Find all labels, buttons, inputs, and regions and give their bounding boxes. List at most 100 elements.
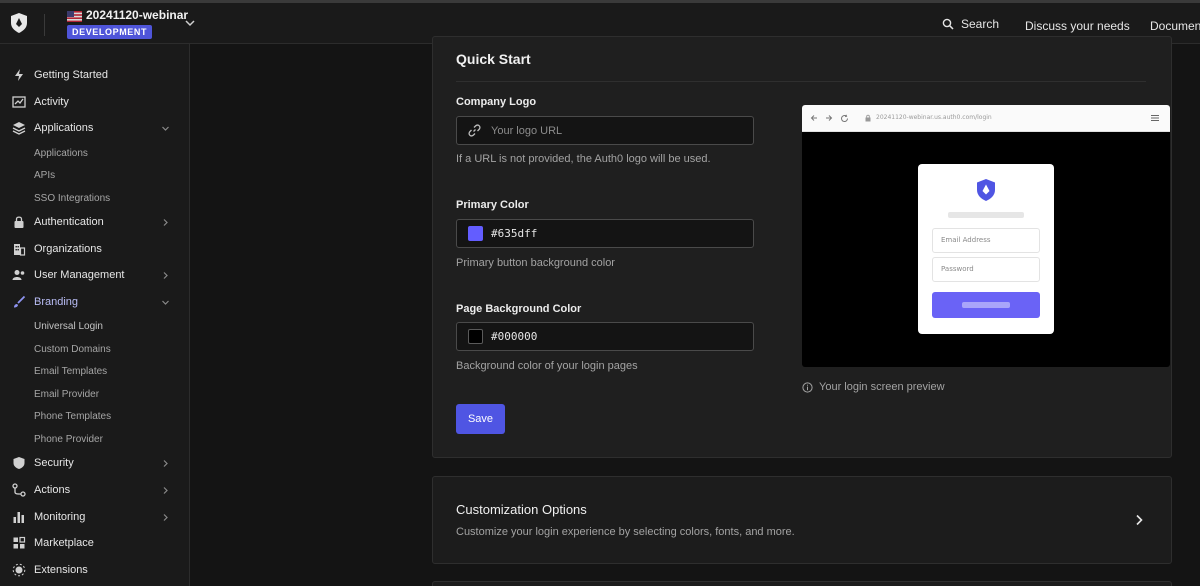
sidebar-item-getting-started[interactable]: Getting Started (0, 63, 189, 87)
primary-color-input[interactable]: #635dff (456, 219, 754, 248)
sidebar-subitem-email-templates[interactable]: Email Templates (0, 361, 189, 381)
primary-color-help: Primary button background color (456, 257, 615, 269)
topbar-divider (44, 14, 45, 36)
sidebar-item-label: Getting Started (34, 69, 108, 81)
sidebar-subitem-email-provider[interactable]: Email Provider (0, 384, 189, 404)
quick-start-title: Quick Start (456, 51, 531, 67)
browser-bar: 20241120-webinar.us.auth0.com/login (802, 105, 1170, 132)
sidebar-item-label: Activity (34, 96, 69, 108)
next-section-card (432, 581, 1172, 586)
marketplace-icon (13, 536, 26, 549)
sidebar-subitem-phone-templates[interactable]: Phone Templates (0, 406, 189, 426)
link-icon (468, 124, 481, 137)
sidebar-item-branding[interactable]: Branding (0, 290, 189, 314)
discuss-needs-link[interactable]: Discuss your needs (1025, 19, 1130, 33)
chevron-right-icon[interactable] (1134, 514, 1144, 526)
actions-flow-icon (12, 483, 26, 497)
search-icon (942, 18, 954, 30)
sidebar-item-label: Marketplace (34, 537, 94, 549)
sidebar-subitem-universal-login[interactable]: Universal Login (0, 316, 189, 336)
company-logo-input[interactable]: Your logo URL (456, 116, 754, 145)
reload-icon (841, 114, 848, 122)
sidebar-subitem-apis[interactable]: APIs (0, 165, 189, 185)
sidebar-item-applications[interactable]: Applications (0, 116, 189, 140)
info-icon (802, 381, 813, 393)
sidebar: Getting Started Activity Applications Ap… (0, 44, 190, 586)
lock-icon (14, 216, 24, 228)
page-background-label: Page Background Color (456, 303, 582, 315)
sidebar-subitem-applications[interactable]: Applications (0, 143, 189, 163)
primary-color-swatch[interactable] (468, 226, 483, 241)
layers-icon (12, 122, 26, 135)
extensions-icon (12, 563, 26, 577)
preview-button-label-placeholder (962, 302, 1010, 308)
forward-arrow-icon (826, 115, 833, 121)
preview-title-placeholder (948, 212, 1024, 218)
building-icon (14, 244, 26, 256)
back-arrow-icon (810, 115, 817, 121)
activity-chart-icon (12, 96, 26, 108)
sidebar-subitem-phone-provider[interactable]: Phone Provider (0, 429, 189, 449)
sidebar-item-label: Organizations (34, 243, 102, 255)
bar-chart-icon (13, 512, 24, 523)
company-logo-placeholder: Your logo URL (491, 124, 563, 137)
chevron-down-icon (162, 126, 169, 131)
chevron-right-icon (163, 513, 168, 521)
sidebar-item-label: Authentication (34, 216, 104, 228)
sidebar-subitem-custom-domains[interactable]: Custom Domains (0, 339, 189, 359)
sidebar-item-label: Applications (34, 122, 94, 134)
sidebar-item-label: Extensions (34, 564, 88, 576)
docs-link[interactable]: Document (1150, 19, 1200, 33)
environment-badge: DEVELOPMENT (67, 25, 153, 39)
customization-options-description: Customize your login experience by selec… (456, 526, 795, 538)
tenant-name[interactable]: 20241120-webinar (86, 8, 188, 22)
customization-options-card[interactable] (432, 476, 1172, 564)
sidebar-item-label: User Management (34, 269, 125, 281)
chevron-right-icon (163, 218, 168, 226)
chevron-right-icon (163, 486, 168, 494)
chevron-right-icon (163, 459, 168, 467)
sidebar-item-security[interactable]: Security (0, 451, 189, 475)
page-background-help: Background color of your login pages (456, 360, 638, 372)
sidebar-item-user-management[interactable]: User Management (0, 263, 189, 287)
us-flag-icon (67, 11, 82, 22)
users-icon (12, 270, 25, 280)
auth0-logo-icon (977, 179, 995, 201)
preview-caption-text: Your login screen preview (819, 381, 945, 393)
primary-color-value[interactable]: #635dff (491, 227, 537, 240)
sidebar-item-organizations[interactable]: Organizations (0, 237, 189, 261)
sidebar-item-marketplace[interactable]: Marketplace (0, 531, 189, 555)
sidebar-item-activity[interactable]: Activity (0, 90, 189, 114)
customization-options-title: Customization Options (456, 502, 587, 517)
hamburger-menu-icon (1151, 115, 1159, 121)
chevron-down-icon[interactable] (184, 18, 196, 28)
divider (456, 81, 1146, 82)
sidebar-subitem-sso-integrations[interactable]: SSO Integrations (0, 188, 189, 208)
primary-color-label: Primary Color (456, 199, 529, 211)
sidebar-item-extensions[interactable]: Extensions (0, 558, 189, 582)
sidebar-item-label: Security (34, 457, 74, 469)
preview-caption: Your login screen preview (802, 381, 945, 393)
chevron-right-icon (163, 271, 168, 279)
preview-continue-button (932, 292, 1040, 318)
sidebar-item-monitoring[interactable]: Monitoring (0, 505, 189, 529)
bolt-icon (15, 69, 23, 81)
chevron-down-icon (162, 300, 169, 305)
save-button[interactable]: Save (456, 404, 505, 434)
company-logo-help: If a URL is not provided, the Auth0 logo… (456, 153, 711, 165)
brush-icon (14, 295, 26, 308)
sidebar-item-label: Monitoring (34, 511, 86, 523)
preview-login-card: Email Address Password (918, 164, 1054, 334)
sidebar-item-label: Actions (34, 484, 71, 496)
sidebar-item-actions[interactable]: Actions (0, 478, 189, 502)
search-label: Search (961, 17, 1000, 31)
page-background-input[interactable]: #000000 (456, 322, 754, 351)
shield-icon (13, 457, 25, 469)
browser-controls (810, 114, 872, 123)
page-background-value[interactable]: #000000 (491, 330, 537, 343)
sidebar-item-authentication[interactable]: Authentication (0, 210, 189, 234)
page-background-swatch[interactable] (468, 329, 483, 344)
login-preview: 20241120-webinar.us.auth0.com/login Emai… (802, 105, 1170, 367)
search-button[interactable]: Search (942, 17, 999, 31)
auth0-logo-icon[interactable] (9, 12, 29, 34)
